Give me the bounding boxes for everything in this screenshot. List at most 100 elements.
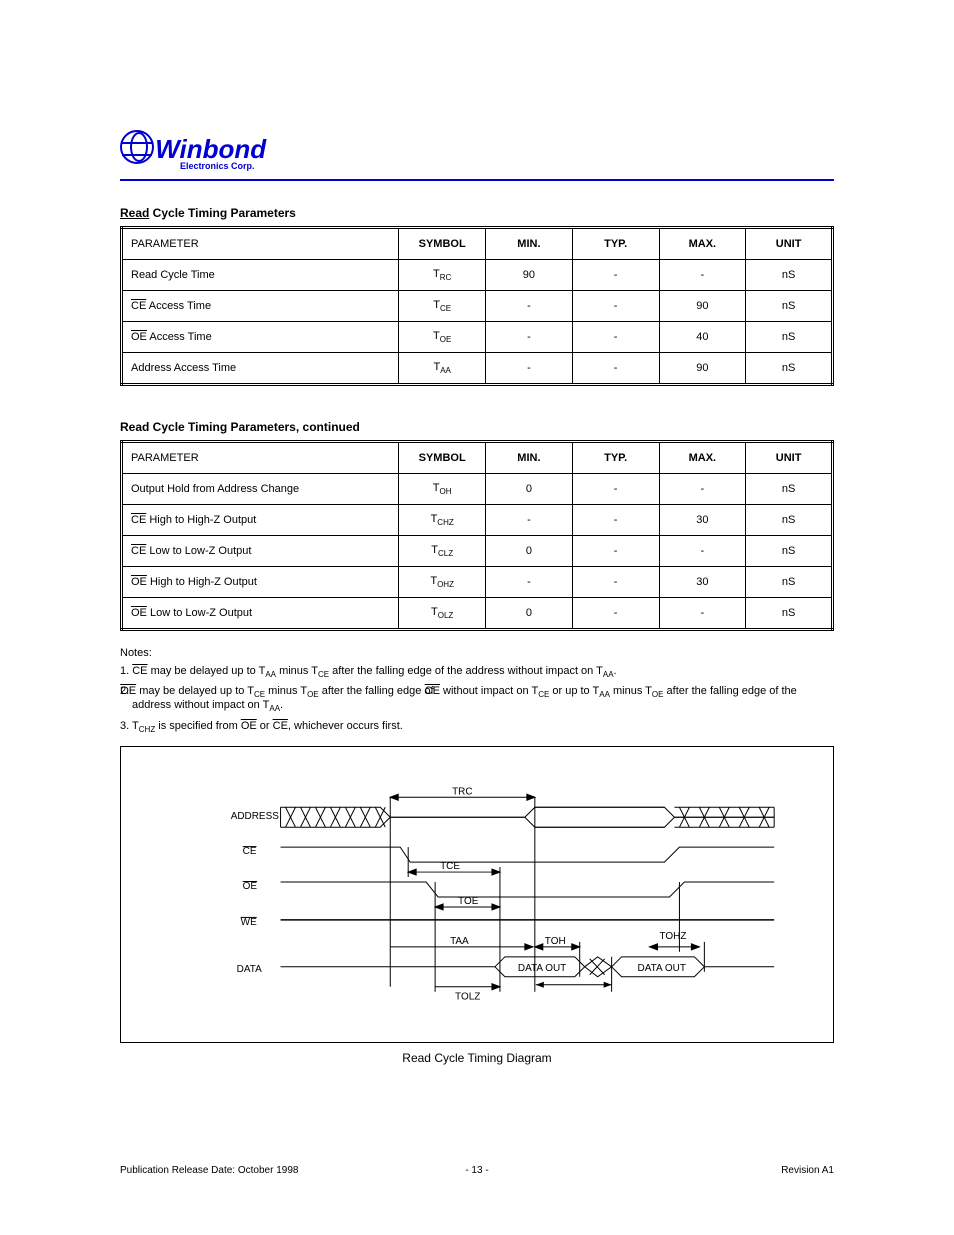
table-row: Output Hold from Address ChangeTOH0--nS: [122, 474, 833, 505]
cell-symbol: TAA: [399, 353, 486, 385]
cell-unit: nS: [746, 598, 833, 630]
label-tolz: TOLZ: [455, 991, 480, 1002]
cell-unit: nS: [746, 505, 833, 536]
cell-param: OE High to High-Z Output: [122, 567, 399, 598]
logo-subtext: Electronics Corp.: [180, 161, 834, 171]
label-we: WE: [241, 917, 257, 928]
th-unit: UNIT: [746, 228, 833, 260]
table-row: OE Low to Low-Z OutputTOLZ0--nS: [122, 598, 833, 630]
label-tce: TCE: [440, 861, 460, 872]
footer-right: Revision A1: [781, 1165, 834, 1176]
header-rule: [120, 179, 834, 181]
cell-max: -: [659, 474, 746, 505]
cell-param: CE Access Time: [122, 291, 399, 322]
table-row: Read Cycle TimeTRC90--nS: [122, 260, 833, 291]
cell-typ: -: [572, 474, 659, 505]
cell-unit: nS: [746, 474, 833, 505]
table-row: OE High to High-Z OutputTOHZ--30nS: [122, 567, 833, 598]
cell-max: -: [659, 598, 746, 630]
cell-typ: -: [572, 322, 659, 353]
cell-unit: nS: [746, 353, 833, 385]
note-2: 2. OE may be delayed up to TCE minus TOE…: [132, 685, 834, 713]
cell-typ: -: [572, 536, 659, 567]
cell-unit: nS: [746, 536, 833, 567]
cell-symbol: TOHZ: [399, 567, 486, 598]
ce-waveform: [281, 847, 775, 862]
table-row: CE Access TimeTCE--90nS: [122, 291, 833, 322]
logo-text: Winbond: [155, 134, 266, 164]
label-address: ADDRESS: [231, 811, 280, 822]
label-toh: TOH: [545, 936, 566, 947]
cell-typ: -: [572, 505, 659, 536]
figure-caption: Read Cycle Timing Diagram: [120, 1051, 834, 1065]
cell-typ: -: [572, 291, 659, 322]
table2-head-row: PARAMETER SYMBOL MIN. TYP. MAX. UNIT: [122, 442, 833, 474]
table-row: CE Low to Low-Z OutputTCLZ0--nS: [122, 536, 833, 567]
cell-symbol: TCHZ: [399, 505, 486, 536]
th-typ: TYP.: [572, 442, 659, 474]
cell-max: -: [659, 260, 746, 291]
cell-unit: nS: [746, 322, 833, 353]
dim-tolz: [435, 983, 500, 989]
table2-title: Read Cycle Timing Parameters, continued: [120, 420, 834, 434]
cell-min: -: [486, 353, 573, 385]
cell-param: CE High to High-Z Output: [122, 505, 399, 536]
timing-diagram: ADDRESS: [120, 746, 834, 1043]
cell-min: -: [486, 505, 573, 536]
label-trc: TRC: [452, 786, 473, 797]
cell-param: OE Low to Low-Z Output: [122, 598, 399, 630]
label-dataout2: DATA OUT: [638, 963, 686, 974]
table1-title: Read Cycle Timing Parameters: [120, 206, 834, 220]
footer-center: - 13 -: [120, 1165, 834, 1176]
th-unit: UNIT: [746, 442, 833, 474]
notes-header: Notes:: [120, 647, 834, 659]
cell-unit: nS: [746, 291, 833, 322]
cell-max: 90: [659, 353, 746, 385]
cell-symbol: TRC: [399, 260, 486, 291]
th-max: MAX.: [659, 228, 746, 260]
th-symbol: SYMBOL: [399, 442, 486, 474]
cell-typ: -: [572, 598, 659, 630]
cell-min: 0: [486, 536, 573, 567]
th-parameter: PARAMETER: [122, 228, 399, 260]
cell-min: -: [486, 291, 573, 322]
th-parameter: PARAMETER: [122, 442, 399, 474]
th-max: MAX.: [659, 442, 746, 474]
cell-param: Read Cycle Time: [122, 260, 399, 291]
cell-max: 40: [659, 322, 746, 353]
cell-param: OE Access Time: [122, 322, 399, 353]
cell-param: Address Access Time: [122, 353, 399, 385]
address-waveform: [281, 807, 775, 827]
cell-max: 30: [659, 505, 746, 536]
label-ce: CE: [243, 846, 257, 857]
dim-tohz: [650, 944, 700, 950]
label-toe: TOE: [458, 896, 479, 907]
table1-head-row: PARAMETER SYMBOL MIN. TYP. MAX. UNIT: [122, 228, 833, 260]
cell-unit: nS: [746, 567, 833, 598]
label-data: DATA: [237, 964, 262, 975]
cell-param: CE Low to Low-Z Output: [122, 536, 399, 567]
oe-waveform: [281, 882, 775, 897]
label-dataout1: DATA OUT: [518, 963, 566, 974]
th-symbol: SYMBOL: [399, 228, 486, 260]
cell-max: 30: [659, 567, 746, 598]
cell-max: 90: [659, 291, 746, 322]
cell-typ: -: [572, 567, 659, 598]
cell-symbol: TOH: [399, 474, 486, 505]
cell-min: -: [486, 567, 573, 598]
cell-typ: -: [572, 260, 659, 291]
th-min: MIN.: [486, 228, 573, 260]
cell-symbol: TCE: [399, 291, 486, 322]
cell-min: 90: [486, 260, 573, 291]
note-3: 3. TCHZ is specified from OE or CE, whic…: [120, 720, 834, 734]
cell-symbol: TOLZ: [399, 598, 486, 630]
cell-typ: -: [572, 353, 659, 385]
label-tohz: TOHZ: [659, 931, 686, 942]
label-oe: OE: [243, 881, 258, 892]
cell-unit: nS: [746, 260, 833, 291]
table-read-cycle-1: PARAMETER SYMBOL MIN. TYP. MAX. UNIT Rea…: [120, 226, 834, 386]
note-1: 1. CE may be delayed up to TAA minus TCE…: [120, 665, 834, 679]
globe-icon: [120, 130, 154, 164]
th-typ: TYP.: [572, 228, 659, 260]
table-row: CE High to High-Z OutputTCHZ--30nS: [122, 505, 833, 536]
